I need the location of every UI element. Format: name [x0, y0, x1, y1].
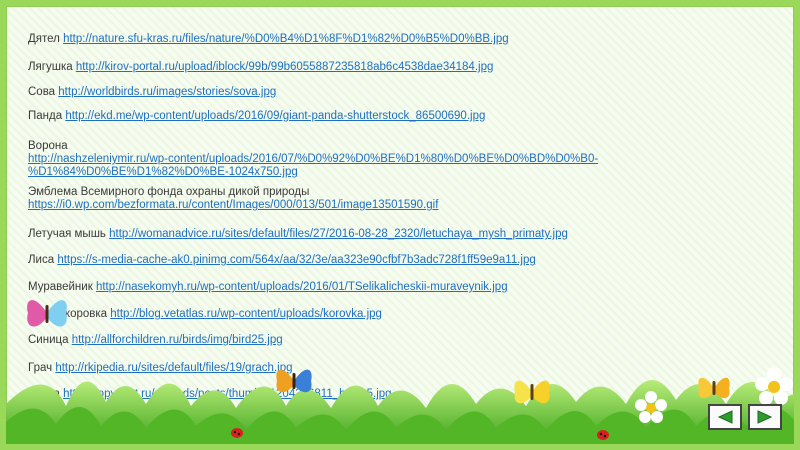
source-row: Панда http://ekd.me/wp-content/uploads/2… — [28, 110, 485, 123]
source-name: Ворона — [28, 140, 68, 152]
source-link[interactable]: http://blog.vetatlas.ru/wp-content/uploa… — [110, 308, 382, 320]
daisy-icon — [635, 391, 667, 423]
source-row: Ёж http://nashzeleniymir.ru/wp-content/u… — [28, 412, 632, 425]
source-link[interactable]: http://copypast.ru/uploads/posts/thumbs/… — [63, 388, 391, 400]
source-row: Дятел http://nature.sfu-kras.ru/files/na… — [28, 33, 509, 46]
source-name: Белка — [28, 388, 60, 400]
source-row: Божья коровка http://blog.vetatlas.ru/wp… — [28, 308, 382, 321]
source-link[interactable]: http://nasekomyh.ru/wp-content/uploads/2… — [96, 281, 508, 293]
triangle-right-icon — [757, 410, 773, 424]
source-row: Лягушка http://kirov-portal.ru/upload/ib… — [28, 61, 493, 74]
source-link[interactable]: http://worldbirds.ru/images/stories/sova… — [58, 86, 276, 98]
source-link[interactable]: http://kirov-portal.ru/upload/iblock/99b… — [76, 61, 494, 73]
source-name: Эмблема Всемирного фонда охраны дикой пр… — [28, 186, 310, 198]
source-row: Грач http://rkipedia.ru/sites/default/fi… — [28, 362, 293, 375]
source-link[interactable]: http://ekd.me/wp-content/uploads/2016/09… — [65, 110, 485, 122]
source-row: Ворона http://nashzeleniymir.ru/wp-conten… — [28, 140, 788, 179]
source-name: Лягушка — [28, 61, 73, 73]
ladybug-icon — [597, 430, 609, 440]
butterfly-icon — [698, 377, 730, 399]
next-slide-button[interactable] — [748, 404, 782, 430]
source-name: Панда — [28, 110, 63, 122]
source-name: Сова — [28, 86, 56, 98]
source-name: Грач — [28, 362, 53, 374]
source-link[interactable]: http://rkipedia.ru/sites/default/files/1… — [55, 362, 292, 374]
butterfly-icon — [276, 369, 312, 393]
source-link[interactable]: https://s-media-cache-ak0.pinimg.com/564… — [57, 254, 535, 266]
source-row: Белка http://copypast.ru/uploads/posts/t… — [28, 388, 392, 401]
source-link[interactable]: http://nashzeleniymir.ru/wp-content/uplo… — [28, 153, 598, 178]
butterfly-icon — [514, 380, 550, 404]
triangle-left-icon — [717, 410, 733, 424]
source-link[interactable]: http://allforchildren.ru/birds/img/bird2… — [72, 334, 283, 346]
ladybug-icon — [231, 428, 243, 438]
source-row: Муравейник http://nasekomyh.ru/wp-conten… — [28, 281, 508, 294]
source-name: Летучая мышь — [28, 228, 106, 240]
daisy-icon — [755, 367, 793, 405]
source-row: Лиса https://s-media-cache-ak0.pinimg.co… — [28, 254, 536, 267]
slide: Дятел http://nature.sfu-kras.ru/files/na… — [6, 6, 794, 444]
source-name: Дятел — [28, 33, 60, 45]
source-row: Эмблема Всемирного фонда охраны дикой пр… — [28, 186, 438, 212]
source-link[interactable]: http://nature.sfu-kras.ru/files/nature/%… — [63, 33, 509, 45]
source-row: Летучая мышь http://womanadvice.ru/sites… — [28, 228, 568, 241]
previous-slide-button[interactable] — [708, 404, 742, 430]
source-link[interactable]: https://i0.wp.com/bezformata.ru/content/… — [28, 199, 438, 211]
source-row: Сова http://worldbirds.ru/images/stories… — [28, 86, 276, 99]
butterfly-icon — [27, 300, 67, 327]
source-name: Лиса — [28, 254, 55, 266]
source-link[interactable]: http://nashzeleniymir.ru/wp-content/uplo… — [47, 412, 633, 424]
source-link[interactable]: http://womanadvice.ru/sites/default/file… — [109, 228, 568, 240]
source-name: Ёж — [28, 412, 44, 424]
